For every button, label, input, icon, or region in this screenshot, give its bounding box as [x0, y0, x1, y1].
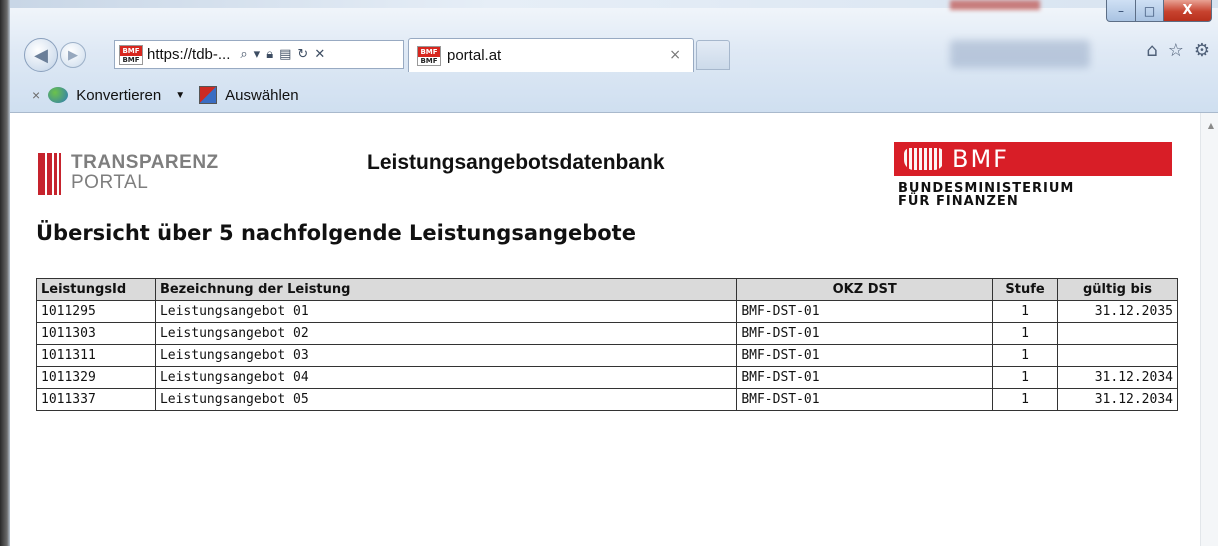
dropdown-icon[interactable]: ▾ — [254, 47, 261, 62]
cell-name[interactable]: Leistungsangebot 02 — [154, 322, 738, 345]
cell-id: 1011311 — [36, 344, 156, 367]
bmf-subtitle-line2: FÜR FINANZEN — [898, 194, 1019, 209]
cell-stufe: 1 — [992, 366, 1059, 389]
cell-valid — [1057, 322, 1178, 345]
tab-close-icon[interactable]: × — [669, 47, 681, 63]
cell-stufe: 1 — [992, 300, 1059, 323]
cell-stufe: 1 — [992, 344, 1059, 367]
page-content: ▲ TRANSPARENZ PORTAL Leistungsangebotsda… — [10, 113, 1218, 546]
cell-valid: 31.12.2034 — [1057, 388, 1178, 411]
cell-valid — [1057, 344, 1178, 367]
tab-favicon-bottom: BMF — [418, 56, 440, 65]
close-window-button[interactable]: X — [1164, 0, 1212, 22]
cell-name[interactable]: Leistungsangebot 03 — [154, 344, 738, 367]
cell-id: 1011303 — [36, 322, 156, 345]
header-bezeichnung[interactable]: Bezeichnung der Leistung — [154, 278, 738, 301]
cell-okz: BMF-DST-01 — [736, 388, 994, 411]
header-okz-dst[interactable]: OKZ DST — [736, 278, 994, 301]
header-stufe[interactable]: Stufe — [992, 278, 1059, 301]
search-icon[interactable]: ⌕ — [240, 47, 247, 62]
address-bar[interactable]: BMF BMF https://tdb-... ⌕ ▾ 🔒︎ ▤ ↻ ✕ — [114, 40, 404, 69]
address-url[interactable]: https://tdb-... — [147, 46, 230, 63]
header-leistungsid[interactable]: LeistungsId — [36, 278, 156, 301]
select-button[interactable]: Auswählen — [225, 87, 298, 104]
bmf-abbreviation: BMF — [952, 145, 1009, 173]
cell-id: 1011329 — [36, 366, 156, 389]
transparenz-portal-logo: TRANSPARENZ PORTAL — [38, 153, 219, 195]
browser-toolbar-right: ⌂ ☆ ⚙ — [1146, 40, 1210, 61]
cell-okz: BMF-DST-01 — [736, 366, 994, 389]
overview-heading: Übersicht über 5 nachfolgende Leistungsa… — [36, 221, 636, 245]
star-icon[interactable]: ☆ — [1168, 40, 1184, 61]
cell-okz: BMF-DST-01 — [736, 322, 994, 345]
lock-icon[interactable]: 🔒︎ — [266, 47, 273, 62]
table-row[interactable]: 1011337 Leistungsangebot 05 BMF-DST-01 1… — [36, 388, 1178, 411]
logo-line2: PORTAL — [71, 172, 149, 193]
window-left-edge — [0, 0, 10, 546]
favicon-bottom: BMF — [120, 55, 142, 64]
window-controls: – □ X — [1106, 0, 1212, 22]
maximize-button[interactable]: □ — [1136, 0, 1164, 22]
table-row[interactable]: 1011329 Leistungsangebot 04 BMF-DST-01 1… — [36, 366, 1178, 389]
address-bar-icons: ⌕ ▾ 🔒︎ ▤ ↻ ✕ — [240, 47, 325, 62]
vertical-scrollbar[interactable]: ▲ — [1200, 113, 1218, 546]
tab-title: portal.at — [447, 47, 502, 64]
tab-portal[interactable]: BMF BMF portal.at × — [408, 38, 694, 72]
favicon-top: BMF — [120, 45, 142, 56]
cell-name[interactable]: Leistungsangebot 01 — [154, 300, 738, 323]
chevron-down-icon[interactable]: ▼ — [175, 90, 185, 101]
cell-id: 1011337 — [36, 388, 156, 411]
cell-id: 1011295 — [36, 300, 156, 323]
cell-name[interactable]: Leistungsangebot 04 — [154, 366, 738, 389]
home-icon[interactable]: ⌂ — [1146, 40, 1157, 61]
page-title: Leistungsangebotsdatenbank — [367, 151, 665, 174]
forward-icon: ▶ — [68, 47, 78, 63]
table-row[interactable]: 1011303 Leistungsangebot 02 BMF-DST-01 1 — [36, 322, 1178, 345]
back-button[interactable]: ◀ — [24, 38, 58, 72]
cell-valid: 31.12.2035 — [1057, 300, 1178, 323]
table-row[interactable]: 1011295 Leistungsangebot 01 BMF-DST-01 1… — [36, 300, 1178, 323]
table-header-row: LeistungsId Bezeichnung der Leistung OKZ… — [36, 278, 1178, 301]
forward-button[interactable]: ▶ — [60, 42, 86, 68]
refresh-icon[interactable]: ↻ — [297, 47, 308, 62]
compat-icon[interactable]: ▤ — [279, 47, 291, 62]
header-gueltig-bis[interactable]: gültig bis — [1057, 278, 1178, 301]
convert-icon[interactable] — [48, 87, 69, 103]
bmf-logo: BMF — [894, 142, 1172, 176]
stop-icon[interactable]: ✕ — [314, 47, 325, 62]
cell-stufe: 1 — [992, 322, 1059, 345]
logo-bars-icon — [38, 153, 61, 195]
gear-icon[interactable]: ⚙ — [1194, 40, 1210, 61]
command-bar: × Konvertieren ▼ Auswählen — [10, 80, 1218, 110]
new-tab-button[interactable] — [696, 40, 730, 70]
convert-button[interactable]: Konvertieren — [76, 87, 161, 104]
minimize-button[interactable]: – — [1106, 0, 1136, 22]
select-icon[interactable] — [199, 86, 218, 104]
cell-stufe: 1 — [992, 388, 1059, 411]
table-row[interactable]: 1011311 Leistungsangebot 03 BMF-DST-01 1 — [36, 344, 1178, 367]
eagle-icon — [904, 148, 944, 170]
logo-line1: TRANSPARENZ — [71, 152, 219, 173]
bmf-subtitle: BUNDESMINISTERIUM FÜR FINANZEN — [898, 182, 1074, 208]
tab-favicon-top: BMF — [418, 46, 440, 57]
cell-valid: 31.12.2034 — [1057, 366, 1178, 389]
blurred-title-area — [950, 0, 1040, 10]
tab-favicon: BMF BMF — [417, 45, 441, 66]
results-table: LeistungsId Bezeichnung der Leistung OKZ… — [36, 278, 1178, 411]
back-icon: ◀ — [34, 44, 48, 66]
cell-okz: BMF-DST-01 — [736, 344, 994, 367]
cell-name[interactable]: Leistungsangebot 05 — [154, 388, 738, 411]
close-command-bar-icon[interactable]: × — [32, 87, 40, 103]
cell-okz: BMF-DST-01 — [736, 300, 994, 323]
site-favicon: BMF BMF — [119, 44, 143, 65]
blurred-area — [950, 40, 1090, 68]
scroll-up-icon[interactable]: ▲ — [1208, 121, 1214, 130]
